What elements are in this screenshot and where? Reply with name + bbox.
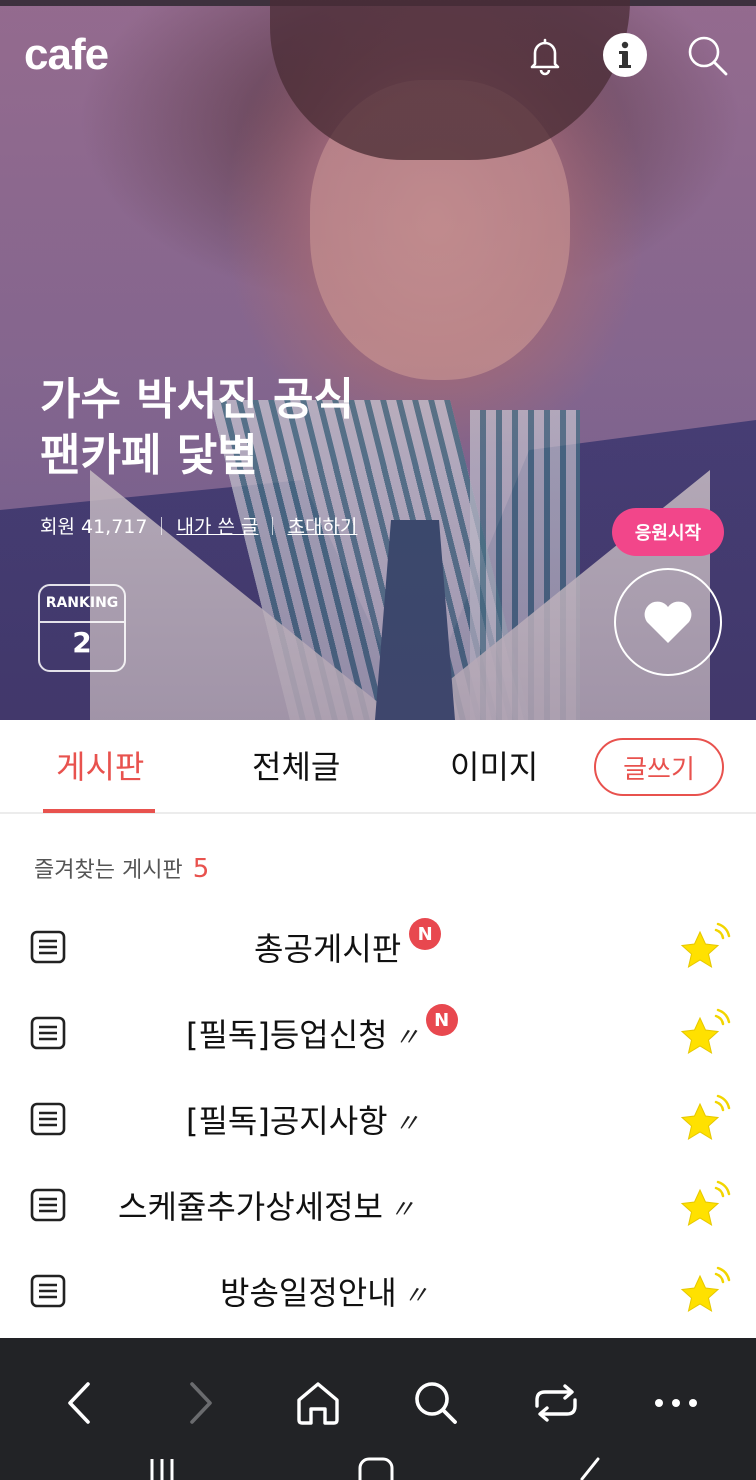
heart-icon [644, 601, 692, 643]
favorite-board-row[interactable]: [필독]공지사항 〃 [0, 1076, 756, 1162]
board-name: 스케쥴추가상세정보 [118, 1188, 383, 1226]
ranking-label: RANKING [45, 595, 119, 611]
board-name-wrap: [필독]공지사항 〃 [186, 1096, 420, 1142]
cafe-logo[interactable]: cafe [24, 30, 109, 80]
more-icon [655, 1399, 697, 1407]
board-name-wrap: 스케쥴추가상세정보 〃 [118, 1182, 415, 1228]
board-list-icon [30, 930, 66, 964]
favorite-star-icon[interactable] [674, 1004, 732, 1062]
cafe-title-line2: 팬카페 닻별 [40, 430, 258, 481]
board-list-icon [30, 1274, 66, 1308]
favorite-board-row[interactable]: 총공게시판 N [0, 904, 756, 990]
favorite-star-icon[interactable] [674, 1090, 732, 1148]
board-name: 방송일정안내 [220, 1274, 397, 1312]
board-name: [필독]공지사항 [186, 1102, 388, 1140]
system-home-icon[interactable] [356, 1455, 396, 1480]
search-icon[interactable] [684, 32, 730, 78]
forward-button[interactable] [160, 1358, 240, 1448]
favorite-star-icon[interactable] [674, 1176, 732, 1234]
favorite-board-row[interactable]: [필독]등업신청 〃N [0, 990, 756, 1076]
ranking-badge: RANKING 2 [38, 584, 126, 672]
favorites-title: 즐겨찾는 게시판 [34, 858, 183, 883]
board-list-icon [30, 1016, 66, 1050]
board-list-icon [30, 1102, 66, 1136]
recent-apps-icon[interactable] [146, 1455, 186, 1480]
divider [272, 516, 274, 535]
board-mark: 〃 [393, 1023, 420, 1053]
search-icon [415, 1382, 457, 1424]
new-badge: N [425, 1004, 458, 1036]
system-back-icon[interactable] [572, 1455, 612, 1480]
active-tab-indicator [43, 809, 155, 813]
forward-icon [190, 1382, 212, 1424]
home-button[interactable] [278, 1358, 358, 1448]
my-posts-link[interactable]: 내가 쓴 글 [176, 512, 258, 539]
info-icon[interactable] [602, 32, 648, 78]
favorite-board-row[interactable]: 방송일정안내 〃 [0, 1248, 756, 1334]
board-name-wrap: 방송일정안내 〃 [220, 1268, 429, 1314]
new-badge: N [409, 918, 442, 950]
cafe-title-line1: 가수 박서진 공식 [40, 374, 354, 425]
board-mark: 〃 [393, 1109, 420, 1139]
favorite-board-row[interactable]: 스케쥴추가상세정보 〃 [0, 1162, 756, 1248]
cafe-hero-banner: cafe 가수 박서진 공식 팬카페 닻별 회원 41,717 내가 쓴 글 초 [0, 0, 756, 720]
cheer-start-button[interactable]: 응원시작 [612, 508, 724, 556]
cafe-meta: 회원 41,717 내가 쓴 글 초대하기 [40, 512, 357, 539]
search-button[interactable] [396, 1358, 476, 1448]
back-icon [68, 1382, 90, 1424]
board-name-wrap: [필독]등업신청 〃N [186, 1004, 458, 1056]
ranking-value: 2 [72, 626, 92, 659]
divider [161, 516, 163, 535]
favorite-star-icon[interactable] [674, 1262, 732, 1320]
back-button[interactable] [40, 1358, 120, 1448]
board-name-wrap: 총공게시판 N [254, 918, 442, 970]
tab-images[interactable]: 이미지 [450, 742, 538, 788]
tab-all-posts[interactable]: 전체글 [252, 742, 340, 788]
favorites-header: 즐겨찾는 게시판 5 [34, 852, 209, 884]
like-button[interactable] [614, 568, 722, 676]
board-mark: 〃 [402, 1281, 429, 1311]
ranking-divider [40, 621, 124, 623]
home-icon [297, 1382, 339, 1425]
bell-icon[interactable] [522, 32, 568, 78]
board-mark: 〃 [388, 1195, 415, 1225]
board-name: [필독]등업신청 [186, 1016, 388, 1054]
member-count: 회원 41,717 [40, 516, 148, 538]
invite-link[interactable]: 초대하기 [287, 512, 357, 539]
more-button[interactable] [636, 1358, 716, 1448]
favorites-count: 5 [192, 854, 210, 884]
write-post-button[interactable]: 글쓰기 [594, 738, 724, 796]
board-name: 총공게시판 [254, 930, 402, 968]
tabs-icon [535, 1384, 577, 1422]
tab-board[interactable]: 게시판 [56, 742, 144, 788]
cafe-title: 가수 박서진 공식 팬카페 닻별 [40, 372, 540, 484]
tabs-button[interactable] [516, 1358, 596, 1448]
board-list-icon [30, 1188, 66, 1222]
favorite-star-icon[interactable] [674, 918, 732, 976]
